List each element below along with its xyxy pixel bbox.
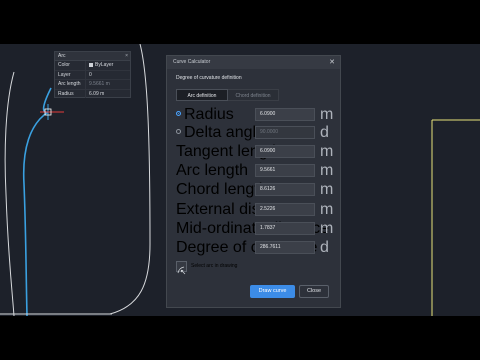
- properties-row-layer[interactable]: Layer 0: [55, 70, 130, 81]
- field-unit: d: [320, 124, 329, 141]
- chord-length-input[interactable]: 8.6126: [255, 183, 315, 196]
- delta-angle-label[interactable]: Delta angle: [176, 124, 265, 141]
- tab-arc-definition[interactable]: Arc definition: [176, 89, 228, 101]
- radius-input[interactable]: 6.0900: [255, 108, 315, 121]
- mid-ordinate-distance-input[interactable]: 1.7837: [255, 222, 315, 235]
- property-value: 0: [89, 71, 92, 78]
- tangent-length-input[interactable]: 6.0900: [255, 145, 315, 158]
- field-arc-length: Arc length 9.5661 m: [176, 162, 336, 179]
- field-label: Chord length: [176, 181, 268, 198]
- color-swatch-icon: [89, 63, 93, 68]
- property-key: Radius: [55, 89, 86, 99]
- definition-tabs: Arc definition Chord definition: [176, 89, 279, 101]
- properties-palette: Arc × Color ByLayer Layer 0 Arc length 9…: [54, 51, 131, 99]
- color-value: ByLayer: [95, 62, 114, 68]
- field-unit: m: [320, 220, 334, 237]
- letterbox-top: [0, 0, 480, 44]
- field-mid-ordinate-distance: Mid-ordinate distance 1.7837 m: [176, 220, 336, 237]
- properties-row-color[interactable]: Color ByLayer: [55, 61, 130, 71]
- properties-row-arc-length[interactable]: Arc length 9.5661 m: [55, 80, 130, 90]
- field-unit: d: [320, 239, 329, 256]
- tab-chord-definition[interactable]: Chord definition: [228, 89, 279, 101]
- radio-unselected-icon[interactable]: [176, 129, 181, 135]
- degree-of-curvature-input[interactable]: 286.7611: [255, 241, 315, 254]
- field-label: Delta angle: [184, 124, 265, 141]
- radio-selected-icon[interactable]: [176, 111, 181, 117]
- field-radius: Radius 6.0900 m: [176, 106, 336, 123]
- field-tangent-length: Tangent length 6.0900 m: [176, 143, 336, 160]
- select-arc-label: Select arc in drawing: [191, 263, 238, 269]
- property-value: ByLayer: [86, 61, 113, 70]
- field-unit: m: [320, 162, 334, 179]
- field-label: Arc length: [176, 162, 249, 179]
- radius-label[interactable]: Radius: [176, 106, 234, 123]
- pick-arc-icon: [177, 266, 186, 275]
- field-external-distance: External distance 2.5226 m: [176, 201, 336, 218]
- properties-title: Arc: [58, 53, 66, 59]
- external-distance-input[interactable]: 2.5226: [255, 203, 315, 216]
- field-delta-angle: Delta angle 90.0000 d: [176, 124, 336, 141]
- section-title: Degree of curvature definition: [176, 75, 242, 81]
- select-arc-button[interactable]: [176, 261, 187, 275]
- field-unit: m: [320, 106, 334, 123]
- field-unit: m: [320, 181, 334, 198]
- property-value: 9.5661 m: [89, 81, 110, 88]
- properties-header: Arc ×: [55, 52, 130, 61]
- property-key: Layer: [55, 70, 86, 80]
- dialog-titlebar: Curve Calculator ✕: [167, 56, 340, 69]
- draw-curve-button[interactable]: Draw curve: [250, 285, 295, 298]
- property-key: Arc length: [55, 80, 86, 89]
- dialog-title: Curve Calculator: [173, 59, 211, 65]
- field-chord-length: Chord length 8.6126 m: [176, 181, 336, 198]
- close-icon[interactable]: ×: [125, 52, 128, 60]
- field-label: Radius: [184, 106, 234, 123]
- properties-row-radius[interactable]: Radius 6.09 m: [55, 89, 130, 99]
- close-icon[interactable]: ✕: [329, 56, 335, 69]
- property-value: 6.09 m: [89, 90, 105, 97]
- close-button[interactable]: Close: [299, 285, 329, 298]
- delta-angle-input: 90.0000: [255, 126, 315, 139]
- field-unit: m: [320, 143, 334, 160]
- field-unit: m: [320, 201, 334, 218]
- property-key: Color: [55, 61, 86, 70]
- letterbox-bottom: [0, 316, 480, 360]
- arc-length-input[interactable]: 9.5661: [255, 164, 315, 177]
- field-degree-of-curvature: Degree of curvature 286.7611 d: [176, 239, 336, 256]
